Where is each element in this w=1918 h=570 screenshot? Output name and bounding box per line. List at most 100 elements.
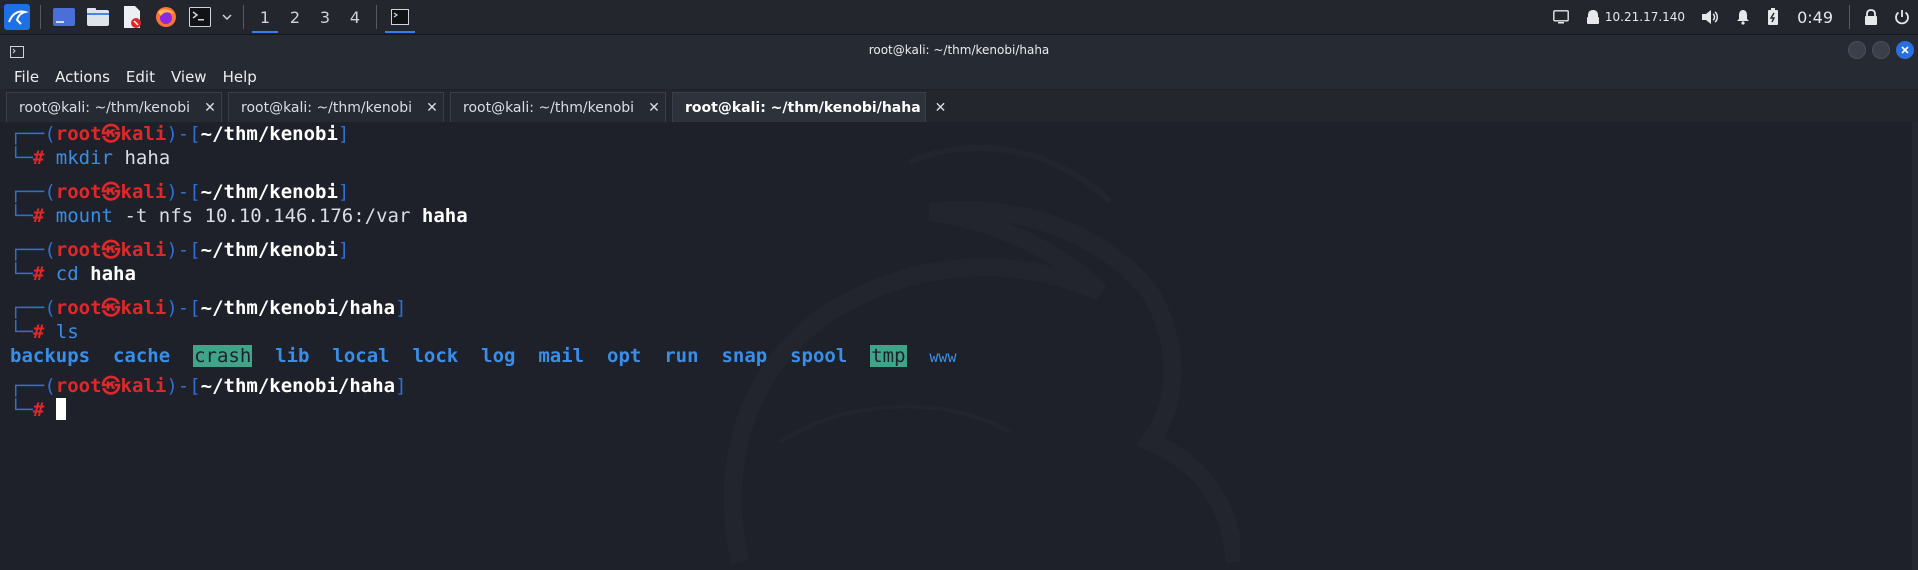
tab-1[interactable]: root@kali: ~/thm/kenobi ✕	[6, 92, 222, 122]
command-args-bold: haha	[421, 205, 468, 227]
menu-help[interactable]: Help	[223, 68, 257, 86]
file-manager-icon[interactable]	[84, 3, 112, 31]
ls-entry: run	[664, 345, 699, 367]
prompt-separator: ㉿	[101, 375, 121, 397]
prompt-host: kali	[120, 297, 167, 319]
prompt-path: ~/thm/kenobi	[200, 181, 338, 203]
prompt-char: #	[32, 399, 45, 421]
volume-icon[interactable]	[1701, 9, 1719, 25]
command-name: mount	[55, 205, 113, 227]
network-icon	[1586, 10, 1599, 24]
terminal-window-icon	[10, 43, 24, 62]
prompt-host: kali	[120, 375, 167, 397]
tab-3[interactable]: root@kali: ~/thm/kenobi ✕	[450, 92, 666, 122]
text-cursor	[55, 398, 66, 420]
close-button[interactable]	[1896, 41, 1914, 59]
prompt-user: root	[55, 375, 102, 397]
tab-2[interactable]: root@kali: ~/thm/kenobi ✕	[228, 92, 444, 122]
tab-4[interactable]: root@kali: ~/thm/kenobi/haha ✕	[672, 92, 946, 122]
prompt-user: root	[55, 123, 102, 145]
command-name: mkdir	[55, 147, 113, 169]
chevron-down-icon[interactable]	[220, 3, 234, 31]
ls-entry: backups	[10, 345, 91, 367]
lock-icon[interactable]	[1864, 9, 1878, 25]
prompt-header: ┌──(root㉿kali)-[~/thm/kenobi]	[10, 123, 350, 145]
top-panel: 1 2 3 4 10.21.17.140 0:49	[0, 0, 1918, 35]
system-tray: 10.21.17.140 0:49	[1545, 0, 1918, 34]
tab-close-icon[interactable]: ✕	[648, 100, 660, 116]
window-titlebar[interactable]: root@kali: ~/thm/kenobi/haha	[0, 35, 1918, 65]
firefox-icon[interactable]	[152, 3, 180, 31]
panel-separator	[376, 5, 377, 29]
clock[interactable]: 0:49	[1797, 8, 1833, 27]
ls-entry: opt	[607, 345, 642, 367]
prompt-host: kali	[120, 239, 167, 261]
maximize-button[interactable]	[1872, 41, 1890, 59]
minimize-button[interactable]	[1848, 41, 1866, 59]
prompt-path: ~/thm/kenobi/haha	[200, 375, 396, 397]
menu-edit[interactable]: Edit	[126, 68, 155, 86]
tab-close-icon[interactable]: ✕	[426, 100, 438, 116]
prompt-separator: ㉿	[101, 181, 121, 203]
command-args: -t nfs 10.10.146.176:/var	[124, 205, 411, 227]
prompt-separator: ㉿	[101, 123, 121, 145]
prompt-command-line: └─# cd haha	[10, 263, 136, 285]
ls-entry: www	[929, 348, 957, 366]
battery-icon[interactable]	[1767, 8, 1779, 26]
menu-file[interactable]: File	[14, 68, 39, 86]
prompt-user: root	[55, 239, 102, 261]
prompt-host: kali	[120, 181, 167, 203]
tab-label: root@kali: ~/thm/kenobi	[19, 99, 191, 116]
prompt-user: root	[55, 181, 102, 203]
screen-icon[interactable]	[1553, 10, 1569, 24]
prompt-command-line: └─# mount -t nfs 10.10.146.176:/var haha	[10, 205, 468, 227]
ls-entry: tmp	[870, 345, 907, 367]
kali-menu-icon[interactable]	[3, 3, 31, 31]
notifications-icon[interactable]	[1735, 9, 1751, 25]
ip-address: 10.21.17.140	[1604, 10, 1686, 24]
command-name: ls	[55, 321, 79, 343]
prompt-header: ┌──(root㉿kali)-[~/thm/kenobi]	[10, 239, 350, 261]
prompt-path: ~/thm/kenobi/haha	[200, 297, 396, 319]
prompt-separator: ㉿	[101, 239, 121, 261]
workspace-3[interactable]: 3	[310, 1, 340, 33]
command-name: cd	[55, 263, 79, 285]
prompt-user: root	[55, 297, 102, 319]
panel-separator	[243, 5, 244, 29]
workspace-2[interactable]: 2	[280, 1, 310, 33]
workspace-4[interactable]: 4	[340, 1, 370, 33]
prompt-char: #	[32, 205, 45, 227]
prompt-host: kali	[120, 123, 167, 145]
power-icon[interactable]	[1894, 9, 1910, 25]
terminal-icon[interactable]	[186, 3, 214, 31]
menu-actions[interactable]: Actions	[55, 68, 110, 86]
prompt-command-line: └─# ls	[10, 321, 79, 343]
tab-close-icon[interactable]: ✕	[935, 100, 947, 116]
tab-bar: root@kali: ~/thm/kenobi ✕ root@kali: ~/t…	[0, 90, 1918, 122]
prompt-path: ~/thm/kenobi	[200, 239, 338, 261]
prompt-command-line[interactable]: └─#	[10, 398, 66, 422]
prompt-header: ┌──(root㉿kali)-[~/thm/kenobi]	[10, 181, 350, 203]
prompt-header: ┌──(root㉿kali)-[~/thm/kenobi/haha]	[10, 297, 407, 319]
terminal-scrollbar[interactable]	[1912, 122, 1918, 570]
ls-entry: crash	[193, 345, 253, 367]
prompt-char: #	[32, 147, 45, 169]
menu-bar: File Actions Edit View Help	[0, 65, 1918, 89]
ls-entry: spool	[790, 345, 848, 367]
panel-separator	[40, 5, 41, 29]
show-desktop-icon[interactable]	[50, 3, 78, 31]
tab-label: root@kali: ~/thm/kenobi	[463, 99, 635, 116]
prompt-char: #	[32, 321, 45, 343]
tab-close-icon[interactable]: ✕	[204, 100, 216, 116]
ls-entry: cache	[112, 345, 171, 367]
command-args: haha	[124, 147, 171, 169]
taskbar-terminal-window[interactable]	[383, 1, 417, 33]
prompt-separator: ㉿	[101, 297, 121, 319]
menu-view[interactable]: View	[171, 68, 207, 86]
terminal-output[interactable]: ┌──(root㉿kali)-[~/thm/kenobi] └─# mkdir …	[0, 122, 1910, 570]
text-editor-icon[interactable]	[118, 3, 146, 31]
workspace-1[interactable]: 1	[250, 1, 280, 33]
vpn-ip[interactable]: 10.21.17.140	[1585, 9, 1685, 25]
prompt-header: ┌──(root㉿kali)-[~/thm/kenobi/haha]	[10, 375, 407, 397]
ls-entry: local	[332, 345, 390, 367]
